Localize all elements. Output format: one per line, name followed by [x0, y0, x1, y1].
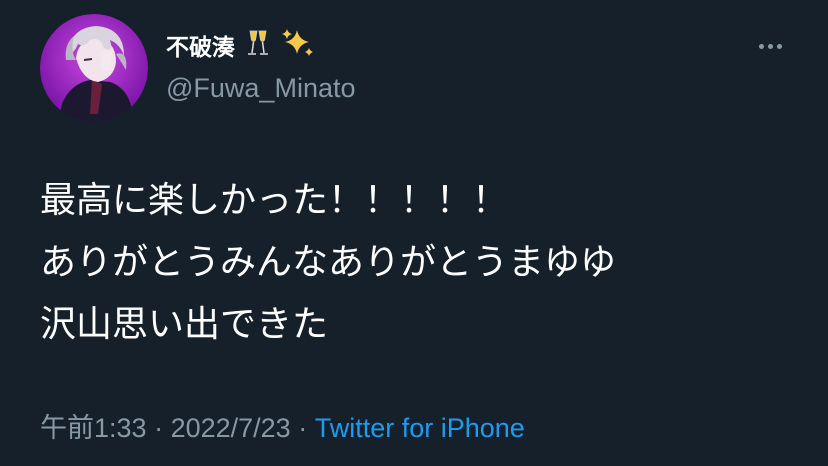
display-name[interactable]: 不破湊: [166, 28, 315, 69]
display-name-text: 不破湊: [166, 35, 235, 61]
tweet-line: 沢山思い出できた: [40, 304, 329, 345]
more-dot-icon: [776, 43, 782, 49]
tweet-text: 最高に楽しかった！！！！！ ありがとうみんなありがとうまゆゆ 沢山思い出できた: [40, 170, 800, 356]
avatar-image: [40, 14, 148, 122]
more-options-button[interactable]: [750, 32, 790, 60]
champagne-glasses-icon: [243, 28, 273, 69]
tweet-line: ありがとうみんなありがとうまゆゆ: [40, 242, 617, 283]
tweet-line: 最高に楽しかった！！！！！: [40, 180, 509, 221]
avatar[interactable]: [40, 14, 148, 122]
more-dot-icon: [767, 43, 773, 49]
tweet-source-link[interactable]: Twitter for iPhone: [315, 413, 525, 443]
tweet-date[interactable]: 2022/7/23: [171, 413, 291, 443]
sparkles-icon: [281, 28, 315, 69]
meta-separator: ·: [290, 413, 315, 443]
more-dot-icon: [758, 43, 764, 49]
tweet-time[interactable]: 午前1:33: [40, 413, 147, 443]
user-handle[interactable]: @Fuwa_Minato: [166, 70, 356, 106]
tweet-metadata: 午前1:33 · 2022/7/23 · Twitter for iPhone: [40, 408, 525, 448]
meta-separator: ·: [146, 413, 171, 443]
